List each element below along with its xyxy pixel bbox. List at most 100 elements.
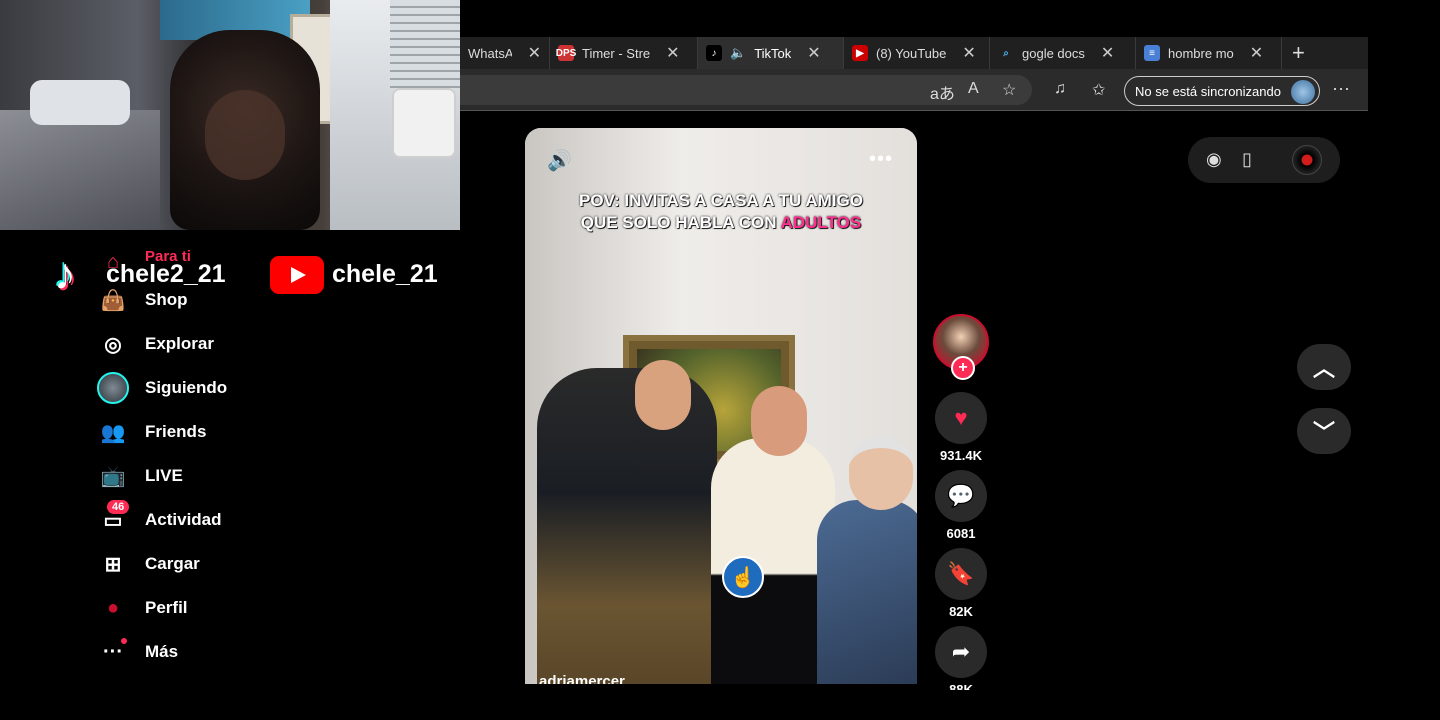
media-control-icon[interactable]: ♫ [1054,80,1066,98]
close-icon[interactable]: ✕ [962,43,975,63]
sidebar-item-label: Friends [145,422,207,441]
webcam-pillow [30,80,130,125]
compass-icon: ◎ [104,333,122,356]
youtube-icon: ▶ [852,45,868,61]
save-button[interactable]: 🔖 [935,548,987,600]
volume-icon[interactable]: 🔊 [547,148,572,173]
friends-icon: 👥 [100,421,126,444]
caption-prefix: QUE SOLO HABLA CON [580,213,781,232]
favorite-star-icon[interactable]: ☆ [1002,80,1016,100]
tab-label: gogle docs [1022,45,1085,61]
tab-whatsapp[interactable]: WhatsAp ✕ [460,37,550,69]
tiktok-handle: chele2_21 [106,260,226,288]
webcam-bed [0,110,160,230]
favorites-icon[interactable]: ✩ [1092,80,1105,100]
webcam-blinds [390,0,460,90]
close-icon[interactable]: ✕ [666,43,679,63]
sidebar-item-label: Perfil [145,598,188,617]
video-person-grandmother [817,500,917,684]
search-icon: ⌕ [1003,47,1009,59]
chevron-down-icon: ﹀ [1312,420,1335,445]
new-tab-icon[interactable]: + [1292,40,1305,66]
translate-icon[interactable]: aあ [930,80,955,104]
tiktok-sidebar: ⌂ Para ti 👜 Shop ◎ Explorar Siguiendo 👥 … [95,248,355,674]
read-aloud-icon[interactable]: A [968,80,979,98]
activity-badge: 46 [107,500,130,514]
sidebar-item-siguiendo[interactable]: Siguiendo [95,366,355,410]
sidebar-item-friends[interactable]: 👥 Friends [95,410,355,454]
webcam-overlay [0,0,460,230]
chevron-up-icon: ︿ [1312,356,1335,381]
sidebar-item-perfil[interactable]: ● Perfil [95,586,355,630]
youtube-logo-icon [270,256,324,294]
sidebar-item-mas[interactable]: ··· Más [95,630,355,674]
tab-label: Timer - Stre [582,45,651,61]
live-icon: 📺 [100,465,126,488]
sync-label: No se está sincronizando [1135,83,1281,99]
like-button[interactable]: ♥ [935,392,987,444]
comment-button[interactable]: 💬 [935,470,987,522]
speaker-icon[interactable]: 🔈 [730,45,746,61]
profile-icon: ● [106,596,120,619]
video-actions: + ♥ 931.4K 💬 6081 🔖 82K ➦ 88K [930,314,992,690]
upload-icon: ⊞ [104,553,122,576]
sidebar-item-cargar[interactable]: ⊞ Cargar [95,542,355,586]
sidebar-item-explorar[interactable]: ◎ Explorar [95,322,355,366]
tab-label: (8) YouTube [876,45,947,61]
creator-avatar[interactable]: + [933,314,989,380]
caption-line-2: QUE SOLO HABLA CON ADULTOS [525,212,917,234]
video-person-head [635,360,691,430]
comment-icon: 💬 [947,483,975,508]
close-icon[interactable]: ✕ [1101,43,1114,63]
sidebar-item-label: Cargar [145,554,200,573]
tab-youtube[interactable]: ▶ (8) YouTube ✕ [844,37,990,69]
sidebar-item-actividad[interactable]: ▭ 46 Actividad [95,498,355,542]
sidebar-item-label: Actividad [145,510,222,529]
video-author[interactable]: adriamercer [539,673,625,684]
tiktok-logo-icon: ♪ [54,250,76,299]
previous-video-button[interactable]: ︿ [1297,344,1351,390]
record-icon[interactable] [1292,145,1322,175]
save-count: 82K [949,604,973,619]
sidebar-item-label: Siguiendo [145,378,228,397]
video-person-head [849,436,913,510]
follow-plus-icon[interactable]: + [951,356,975,380]
comment-count: 6081 [946,526,976,541]
activity-icon: ▭ 46 [95,500,131,534]
heart-icon: ♥ [954,405,968,430]
video-caption: POV: INVITAS A CASA A TU AMIGO QUE SOLO … [525,190,917,234]
share-count: 88K [949,682,973,690]
sidebar-item-label: Más [145,642,179,661]
top-right-controls: ◉ ▯ [1188,137,1340,183]
tab-label: WhatsAp [468,45,512,61]
like-count: 931.4K [940,448,982,463]
share-button[interactable]: ➦ [935,626,987,678]
tab-docs[interactable]: ≡ hombre mo ✕ [1136,37,1282,69]
caption-highlight: ADULTOS [780,213,862,232]
bookmark-icon: 🔖 [947,561,975,586]
sync-status-button[interactable]: No se está sincronizando [1124,76,1320,106]
video-more-icon[interactable]: ••• [869,148,893,171]
docs-icon: ≡ [1144,45,1160,61]
video-player[interactable]: 🔊 ••• POV: INVITAS A CASA A TU AMIGO QUE… [525,128,917,684]
tiktok-icon: ♪ [706,45,722,61]
tab-search[interactable]: ⌕ gogle docs ✕ [990,37,1136,69]
more-options-icon[interactable]: ··· [1332,78,1350,99]
tab-label: TikTok [754,45,792,61]
sidebar-item-label: LIVE [145,466,183,485]
video-person-head [751,386,807,456]
tiktok-app-icon[interactable]: ◉ [1206,149,1222,170]
timer-icon: DPS [556,45,576,61]
close-icon[interactable]: ✕ [528,43,541,63]
sidebar-item-live[interactable]: 📺 LIVE [95,454,355,498]
webcam-heater [392,88,456,158]
next-video-button[interactable]: ﹀ [1297,408,1351,454]
profile-avatar-icon [1291,80,1315,104]
close-icon[interactable]: ✕ [807,43,820,63]
tab-timer[interactable]: DPS Timer - Stre ✕ [550,37,698,69]
following-avatar-icon [95,372,131,404]
share-icon: ➦ [951,639,971,664]
tab-tiktok[interactable]: ♪ 🔈 TikTok ✕ [698,37,844,69]
close-icon[interactable]: ✕ [1250,43,1263,63]
phone-icon[interactable]: ▯ [1242,149,1252,170]
